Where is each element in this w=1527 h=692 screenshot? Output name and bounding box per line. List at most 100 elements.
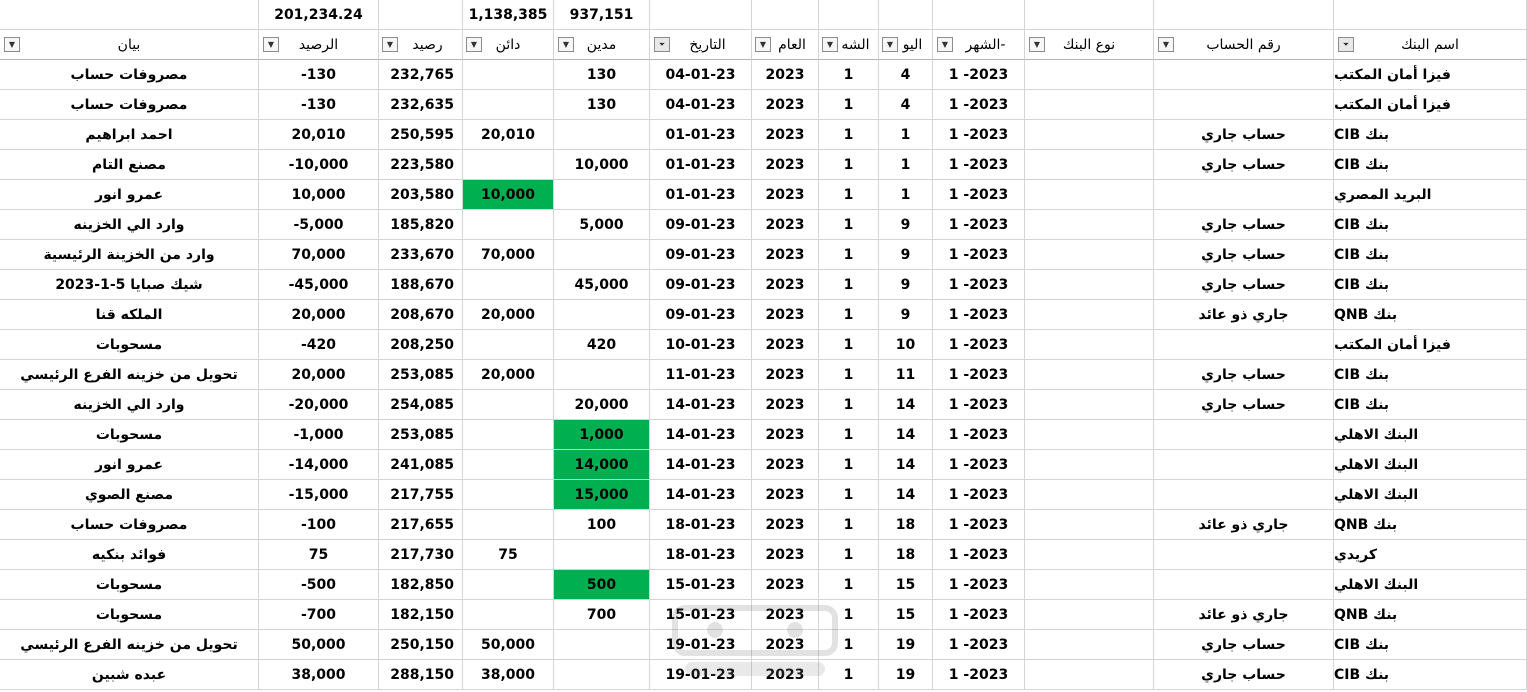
cell-account[interactable]: [1154, 180, 1334, 210]
cell-day[interactable]: 11: [879, 360, 933, 390]
cell-bank[interactable]: بنك CIB: [1334, 270, 1527, 300]
cell-date[interactable]: 09-01-23: [650, 270, 752, 300]
filter-dropdown-icon[interactable]: ▼: [1029, 37, 1045, 52]
cell-year[interactable]: 2023: [752, 600, 819, 630]
cell-statement[interactable]: فوائد بنكيه: [0, 540, 259, 570]
totals-cell-month-year[interactable]: [933, 0, 1025, 30]
cell-day[interactable]: 15: [879, 570, 933, 600]
cell-statement[interactable]: مسحوبات: [0, 570, 259, 600]
cell-bank[interactable]: البنك الاهلي: [1334, 420, 1527, 450]
header-month[interactable]: ▼ الشه: [819, 30, 879, 60]
cell-day[interactable]: 14: [879, 390, 933, 420]
filter-dropdown-icon[interactable]: ▼: [822, 37, 838, 52]
cell-debit[interactable]: 5,000: [554, 210, 650, 240]
cell-month-year[interactable]: 1 -2023: [933, 600, 1025, 630]
cell-bank[interactable]: البنك الاهلي: [1334, 450, 1527, 480]
header-debit[interactable]: ▼ مدين: [554, 30, 650, 60]
cell-month-year[interactable]: 1 -2023: [933, 330, 1025, 360]
cell-year[interactable]: 2023: [752, 390, 819, 420]
cell-account[interactable]: جاري ذو عائد: [1154, 510, 1334, 540]
cell-bank[interactable]: كريدي: [1334, 540, 1527, 570]
cell-day[interactable]: 1: [879, 150, 933, 180]
cell-credit[interactable]: [463, 450, 554, 480]
cell-balance[interactable]: 38,000: [259, 660, 379, 690]
cell-bank[interactable]: بنك CIB: [1334, 120, 1527, 150]
cell-account[interactable]: حساب جاري: [1154, 120, 1334, 150]
cell-bank-type[interactable]: [1025, 660, 1154, 690]
cell-bank[interactable]: بنك CIB: [1334, 210, 1527, 240]
cell-running[interactable]: 241,085: [379, 450, 463, 480]
cell-year[interactable]: 2023: [752, 630, 819, 660]
cell-day[interactable]: 19: [879, 630, 933, 660]
cell-bank[interactable]: البريد المصري: [1334, 180, 1527, 210]
cell-month[interactable]: 1: [819, 240, 879, 270]
cell-month-year[interactable]: 1 -2023: [933, 570, 1025, 600]
cell-balance[interactable]: -500: [259, 570, 379, 600]
cell-date[interactable]: 09-01-23: [650, 300, 752, 330]
cell-month[interactable]: 1: [819, 150, 879, 180]
cell-bank[interactable]: بنك CIB: [1334, 360, 1527, 390]
cell-account[interactable]: جاري ذو عائد: [1154, 600, 1334, 630]
cell-balance[interactable]: 50,000: [259, 630, 379, 660]
cell-running[interactable]: 182,150: [379, 600, 463, 630]
cell-credit[interactable]: [463, 510, 554, 540]
cell-bank[interactable]: بنك CIB: [1334, 630, 1527, 660]
cell-date[interactable]: 18-01-23: [650, 510, 752, 540]
cell-balance[interactable]: 20,010: [259, 120, 379, 150]
cell-credit[interactable]: [463, 570, 554, 600]
cell-account[interactable]: [1154, 90, 1334, 120]
cell-debit[interactable]: 420: [554, 330, 650, 360]
cell-day[interactable]: 9: [879, 210, 933, 240]
cell-date[interactable]: 15-01-23: [650, 600, 752, 630]
cell-bank[interactable]: بنك CIB: [1334, 660, 1527, 690]
cell-debit[interactable]: [554, 180, 650, 210]
cell-credit[interactable]: 10,000: [463, 180, 554, 210]
cell-statement[interactable]: مسحوبات: [0, 420, 259, 450]
cell-account[interactable]: جاري ذو عائد: [1154, 300, 1334, 330]
cell-credit[interactable]: [463, 60, 554, 90]
cell-running[interactable]: 232,765: [379, 60, 463, 90]
cell-balance[interactable]: -130: [259, 60, 379, 90]
cell-day[interactable]: 10: [879, 330, 933, 360]
totals-cell-day[interactable]: [879, 0, 933, 30]
cell-bank[interactable]: البنك الاهلي: [1334, 480, 1527, 510]
cell-statement[interactable]: الملكه قنا: [0, 300, 259, 330]
cell-month[interactable]: 1: [819, 390, 879, 420]
cell-account[interactable]: حساب جاري: [1154, 270, 1334, 300]
cell-month[interactable]: 1: [819, 210, 879, 240]
cell-bank[interactable]: فيزا أمان المكتب: [1334, 90, 1527, 120]
cell-account[interactable]: [1154, 330, 1334, 360]
cell-debit[interactable]: 20,000: [554, 390, 650, 420]
cell-month-year[interactable]: 1 -2023: [933, 90, 1025, 120]
cell-year[interactable]: 2023: [752, 300, 819, 330]
cell-bank-type[interactable]: [1025, 60, 1154, 90]
cell-statement[interactable]: عبده شبين: [0, 660, 259, 690]
cell-statement[interactable]: وارد من الخزينة الرئيسية: [0, 240, 259, 270]
cell-running[interactable]: 208,250: [379, 330, 463, 360]
cell-month[interactable]: 1: [819, 420, 879, 450]
totals-cell-statement[interactable]: [0, 0, 259, 30]
cell-debit[interactable]: [554, 120, 650, 150]
totals-cell-bank-type[interactable]: [1025, 0, 1154, 30]
cell-month[interactable]: 1: [819, 90, 879, 120]
cell-bank-type[interactable]: [1025, 510, 1154, 540]
cell-balance[interactable]: -14,000: [259, 450, 379, 480]
filter-active-icon[interactable]: ⏷: [654, 37, 670, 52]
cell-account[interactable]: [1154, 420, 1334, 450]
cell-year[interactable]: 2023: [752, 270, 819, 300]
cell-account[interactable]: حساب جاري: [1154, 360, 1334, 390]
cell-month[interactable]: 1: [819, 570, 879, 600]
cell-month-year[interactable]: 1 -2023: [933, 180, 1025, 210]
cell-credit[interactable]: [463, 150, 554, 180]
cell-day[interactable]: 9: [879, 240, 933, 270]
cell-month-year[interactable]: 1 -2023: [933, 630, 1025, 660]
cell-day[interactable]: 18: [879, 540, 933, 570]
cell-date[interactable]: 01-01-23: [650, 150, 752, 180]
header-running-balance[interactable]: ▼ رصيد: [379, 30, 463, 60]
cell-bank-type[interactable]: [1025, 240, 1154, 270]
cell-debit[interactable]: [554, 630, 650, 660]
cell-month-year[interactable]: 1 -2023: [933, 270, 1025, 300]
cell-credit[interactable]: [463, 270, 554, 300]
cell-account[interactable]: [1154, 480, 1334, 510]
cell-credit[interactable]: 50,000: [463, 630, 554, 660]
